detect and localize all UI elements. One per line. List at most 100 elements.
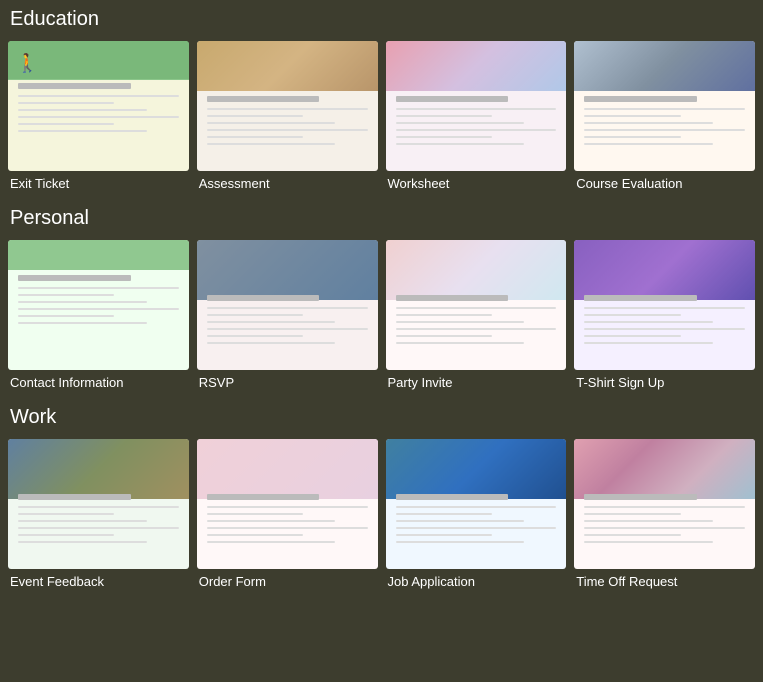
form-title-line (396, 494, 509, 500)
form-line (207, 321, 336, 323)
form-line (584, 115, 680, 117)
template-card-worksheet[interactable]: Worksheet (386, 41, 567, 191)
form-line (18, 102, 114, 104)
form-line (396, 335, 492, 337)
form-line (584, 108, 745, 110)
template-card-order-form[interactable]: Order Form (197, 439, 378, 589)
form-line (584, 342, 713, 344)
form-lines-exit-ticket (18, 83, 179, 163)
form-line (396, 513, 492, 515)
form-line (18, 109, 147, 111)
form-line (584, 143, 713, 145)
form-lines-party-invite (396, 295, 557, 362)
form-line (18, 322, 147, 324)
form-line (18, 95, 179, 97)
form-line (207, 136, 303, 138)
form-line (396, 328, 557, 330)
form-line (396, 108, 557, 110)
form-line (18, 534, 114, 536)
template-card-event-feedback[interactable]: Event Feedback (8, 439, 189, 589)
form-lines-order-form (207, 494, 368, 561)
form-title-line (18, 494, 131, 500)
form-line (584, 307, 745, 309)
form-line (396, 541, 525, 543)
section-title-education: Education (8, 8, 755, 31)
form-line (18, 308, 179, 310)
form-title-line (584, 295, 697, 301)
form-line (396, 307, 557, 309)
form-line (396, 115, 492, 117)
template-label-worksheet: Worksheet (386, 176, 450, 191)
section-personal: Personal Contact Information RSVP Party Inv… (8, 207, 755, 390)
form-line (207, 108, 368, 110)
form-line (18, 520, 147, 522)
form-line (207, 328, 368, 330)
form-title-line (584, 494, 697, 500)
form-line (18, 116, 179, 118)
template-card-assessment[interactable]: Assessment (197, 41, 378, 191)
thumbnail-course-evaluation (574, 41, 755, 171)
section-work: Work Event FeedbackOrder Form Job Applicat… (8, 406, 755, 589)
form-line (396, 321, 525, 323)
form-line (18, 287, 179, 289)
thumbnail-event-feedback (8, 439, 189, 569)
form-line (396, 129, 557, 131)
form-line (396, 527, 557, 529)
form-line (207, 115, 303, 117)
form-line (18, 541, 147, 543)
template-label-contact-information: Contact Information (8, 375, 123, 390)
template-grid-personal: Contact Information RSVP Party Invite T-Shi… (8, 240, 755, 390)
form-line (584, 335, 680, 337)
form-line (18, 513, 114, 515)
form-line (396, 342, 525, 344)
template-grid-work: Event FeedbackOrder Form Job Application T… (8, 439, 755, 589)
form-line (584, 534, 680, 536)
form-line (207, 520, 336, 522)
form-line (396, 534, 492, 536)
form-line (18, 506, 179, 508)
section-title-work: Work (8, 406, 755, 429)
form-line (207, 541, 336, 543)
template-card-tshirt-sign-up[interactable]: T-Shirt Sign Up (574, 240, 755, 390)
section-title-personal: Personal (8, 207, 755, 230)
template-card-course-evaluation[interactable]: Course Evaluation (574, 41, 755, 191)
form-line (18, 301, 147, 303)
form-line (18, 527, 179, 529)
template-card-exit-ticket[interactable]: Exit Ticket (8, 41, 189, 191)
form-line (207, 314, 303, 316)
form-line (207, 129, 368, 131)
template-card-rsvp[interactable]: RSVP (197, 240, 378, 390)
form-line (207, 122, 336, 124)
form-line (396, 314, 492, 316)
form-line (207, 143, 336, 145)
thumbnail-time-off-request (574, 439, 755, 569)
template-label-assessment: Assessment (197, 176, 270, 191)
form-title-line (207, 295, 320, 301)
thumbnail-order-form (197, 439, 378, 569)
template-label-tshirt-sign-up: T-Shirt Sign Up (574, 375, 664, 390)
section-education: Education Exit Ticket Assessment Worksheet C… (8, 8, 755, 191)
template-card-time-off-request[interactable]: Time Off Request (574, 439, 755, 589)
thumbnail-tshirt-sign-up (574, 240, 755, 370)
template-card-job-application[interactable]: Job Application (386, 439, 567, 589)
form-line (396, 143, 525, 145)
thumbnail-rsvp (197, 240, 378, 370)
form-line (207, 513, 303, 515)
template-label-party-invite: Party Invite (386, 375, 453, 390)
form-line (584, 321, 713, 323)
form-line (396, 506, 557, 508)
form-title-line (207, 494, 320, 500)
form-line (584, 506, 745, 508)
template-card-party-invite[interactable]: Party Invite (386, 240, 567, 390)
form-line (584, 541, 713, 543)
template-label-job-application: Job Application (386, 574, 475, 589)
form-title-line (584, 96, 697, 102)
form-line (207, 335, 303, 337)
form-line (584, 328, 745, 330)
thumbnail-worksheet (386, 41, 567, 171)
form-line (18, 315, 114, 317)
form-line (207, 307, 368, 309)
thumbnail-contact-information (8, 240, 189, 370)
template-card-contact-information[interactable]: Contact Information (8, 240, 189, 390)
form-line (207, 342, 336, 344)
